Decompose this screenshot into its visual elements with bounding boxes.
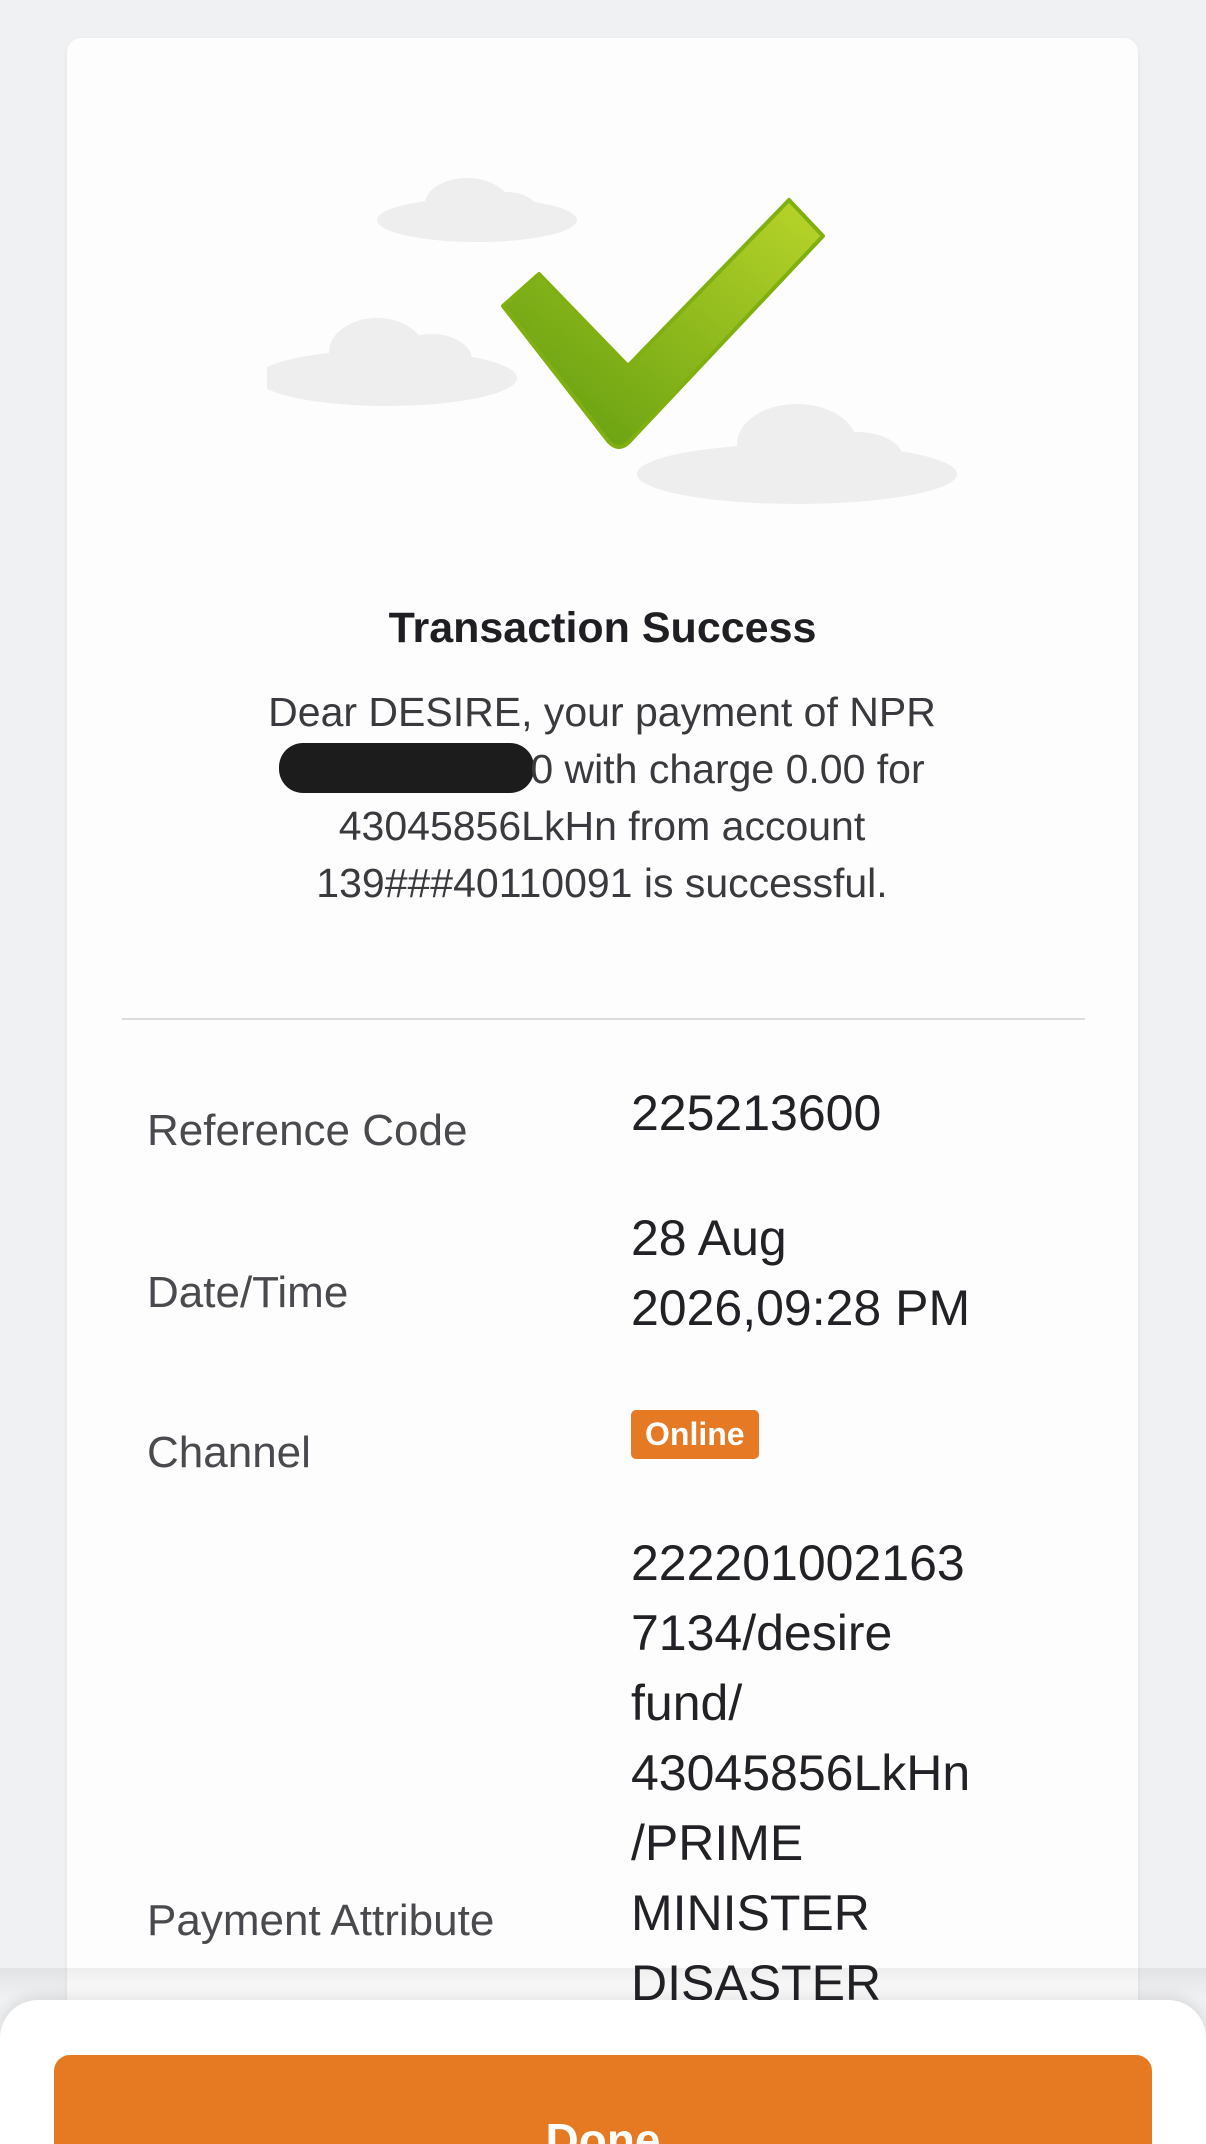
message-line: Dear DESIRE, your payment of NPR xyxy=(268,689,936,735)
reference-code-label: Reference Code xyxy=(147,1106,468,1155)
receipt-card: Transaction Success Dear DESIRE, your pa… xyxy=(67,38,1138,2098)
done-button[interactable]: Done xyxy=(54,2055,1152,2144)
cloud-icon xyxy=(637,404,957,504)
message-line: 139###40110091 is successful. xyxy=(316,860,888,906)
attribute-line: MINISTER xyxy=(631,1885,870,1941)
cloud-icon xyxy=(377,178,577,242)
transaction-receipt-screen: Transaction Success Dear DESIRE, your pa… xyxy=(0,0,1206,2144)
redacted-amount xyxy=(279,743,535,793)
message-line: 0 with charge 0.00 for xyxy=(207,741,997,798)
attribute-line: 7134/desire xyxy=(631,1605,893,1661)
cloud-icon xyxy=(267,318,517,406)
payment-attribute-value: 222201002163 7134/desire fund/ 43045856L… xyxy=(631,1528,1091,2018)
time-line: 2026,09:28 PM xyxy=(631,1280,971,1336)
page-title: Transaction Success xyxy=(388,604,817,652)
success-illustration xyxy=(267,178,957,504)
message-line-suffix: 0 with charge 0.00 for xyxy=(530,746,925,792)
datetime-value: 28 Aug 2026,09:28 PM xyxy=(631,1203,1091,1343)
attribute-line: 43045856LkHn xyxy=(631,1745,971,1801)
channel-label: Channel xyxy=(147,1428,311,1477)
attribute-line: fund/ xyxy=(631,1675,743,1731)
success-message: Dear DESIRE, your payment of NPR 0 with … xyxy=(207,684,997,912)
message-line: 43045856LkHn from account xyxy=(338,803,866,849)
reference-code-value: 225213600 xyxy=(631,1085,882,1141)
sheet-shadow xyxy=(0,1968,1206,1998)
date-line: 28 Aug xyxy=(631,1210,787,1266)
divider xyxy=(122,1018,1085,1020)
attribute-line: 222201002163 xyxy=(631,1535,965,1591)
datetime-label: Date/Time xyxy=(147,1268,349,1317)
payment-attribute-label: Payment Attribute xyxy=(147,1896,495,1945)
status-badge: Online xyxy=(631,1410,759,1459)
attribute-line: /PRIME xyxy=(631,1815,804,1871)
